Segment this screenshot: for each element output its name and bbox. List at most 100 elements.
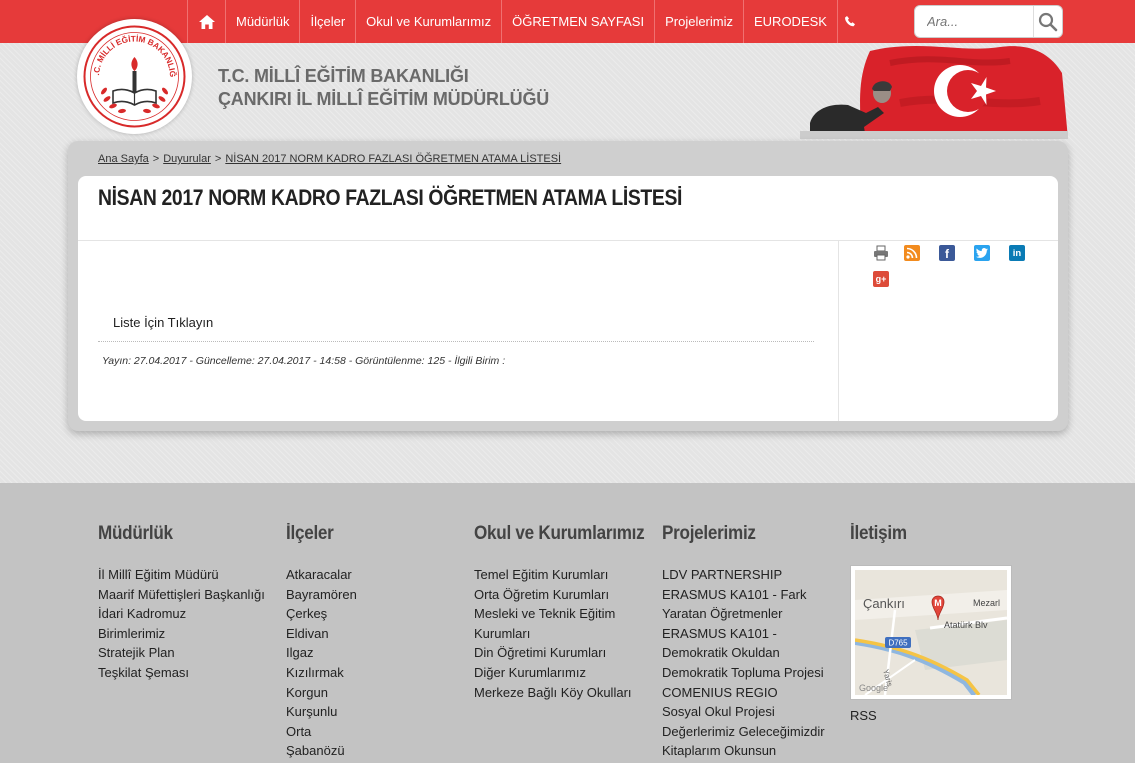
print-icon: [874, 245, 888, 261]
rss-button[interactable]: [904, 245, 920, 261]
ministry-emblem-icon: T.C. MİLLİ EĞİTİM BAKANLIĞI: [77, 19, 186, 128]
breadcrumb-separator: >: [152, 153, 160, 165]
footer-link[interactable]: Kurumları: [474, 624, 663, 644]
nav-item-mudurluk[interactable]: Müdürlük: [225, 0, 299, 43]
footer-column-title: İlçeler: [286, 523, 334, 544]
twitter-button[interactable]: [974, 245, 990, 261]
footer-link[interactable]: İdari Kadromuz: [98, 604, 265, 624]
search-box: [914, 5, 1063, 38]
title-divider: [78, 240, 1058, 241]
print-button[interactable]: [873, 245, 889, 261]
footer-link[interactable]: Yaratan Öğretmenler: [662, 604, 825, 624]
flag-banner-image: [800, 43, 1068, 139]
linkedin-icon: in: [1012, 247, 1022, 259]
ministry-logo[interactable]: T.C. MİLLİ EĞİTİM BAKANLIĞI: [77, 19, 192, 134]
article-meta-info: Yayın: 27.04.2017 - Güncelleme: 27.04.20…: [102, 355, 506, 367]
footer-link[interactable]: Maarif Müfettişleri Başkanlığı: [98, 585, 265, 605]
organization-title-line1: T.C. MİLLÎ EĞİTİM BAKANLIĞI: [218, 66, 469, 86]
nav-phone-button[interactable]: [836, 0, 863, 43]
footer-link[interactable]: Teşkilat Şeması: [98, 663, 265, 683]
footer-column-ilceler: İlçeler Atkaracalar Bayramören Çerkeş El…: [286, 523, 357, 761]
location-map[interactable]: D765 Çankırı Atatürk Blv Mezarl Yaris Go…: [850, 565, 1012, 700]
footer-link[interactable]: Demokratik Topluma Projesi: [662, 663, 825, 683]
footer-column-projelerimiz: Projelerimiz LDV PARTNERSHIP ERASMUS KA1…: [662, 523, 825, 761]
footer-link[interactable]: Mesleki ve Teknik Eğitim: [474, 604, 663, 624]
svg-text:Atatürk Blv: Atatürk Blv: [944, 620, 988, 630]
footer-link[interactable]: Kitaplarım Okunsun: [662, 741, 825, 761]
footer-link[interactable]: Merkeze Bağlı Köy Okulları: [474, 683, 663, 703]
facebook-icon: f: [945, 247, 949, 261]
organization-title-line2: ÇANKIRI İL MİLLÎ EĞİTİM MÜDÜRLÜĞÜ: [218, 89, 550, 109]
footer-link[interactable]: Şabanözü: [286, 741, 357, 761]
search-input[interactable]: [927, 7, 1033, 36]
footer-link[interactable]: COMENIUS REGIO: [662, 683, 825, 703]
linkedin-button[interactable]: in: [1009, 245, 1025, 261]
footer-link[interactable]: Ilgaz: [286, 643, 357, 663]
footer-link[interactable]: İl Millî Eğitim Müdürü: [98, 565, 265, 585]
footer-link[interactable]: Demokratik Okuldan: [662, 643, 825, 663]
nav-item-ogretmen-sayfasi[interactable]: ÖĞRETMEN SAYFASI: [501, 0, 654, 43]
svg-text:Mezarl: Mezarl: [973, 598, 1000, 608]
breadcrumb-current-link[interactable]: NİSAN 2017 NORM KADRO FAZLASI ÖĞRETMEN A…: [225, 153, 561, 165]
nav-item-eurodesk[interactable]: EURODESK: [743, 0, 837, 43]
footer-column-mudurluk: Müdürlük İl Millî Eğitim Müdürü Maarif M…: [98, 523, 265, 683]
footer-link[interactable]: Kurşunlu: [286, 702, 357, 722]
footer-link[interactable]: Stratejik Plan: [98, 643, 265, 663]
nav-item-ilceler[interactable]: İlçeler: [299, 0, 355, 43]
search-button[interactable]: [1033, 6, 1062, 37]
svg-text:Google: Google: [859, 683, 888, 693]
phone-icon: [845, 16, 856, 27]
footer-link[interactable]: Temel Eğitim Kurumları: [474, 565, 663, 585]
content-panel: Ana Sayfa > Duyurular > NİSAN 2017 NORM …: [68, 141, 1068, 431]
footer-link[interactable]: ERASMUS KA101 - Fark: [662, 585, 825, 605]
twitter-icon: [976, 248, 988, 258]
footer-link[interactable]: Birimlerimiz: [98, 624, 265, 644]
breadcrumb: Ana Sayfa > Duyurular > NİSAN 2017 NORM …: [98, 153, 561, 165]
page-footer: Müdürlük İl Millî Eğitim Müdürü Maarif M…: [0, 483, 1135, 763]
facebook-button[interactable]: f: [939, 245, 955, 261]
footer-link[interactable]: Din Öğretimi Kurumları: [474, 643, 663, 663]
breadcrumb-home-link[interactable]: Ana Sayfa: [98, 153, 149, 165]
map-image: D765 Çankırı Atatürk Blv Mezarl Yaris Go…: [854, 570, 1008, 697]
rss-link[interactable]: RSS: [850, 708, 877, 723]
nav-item-okul-kurumlar[interactable]: Okul ve Kurumlarımız: [355, 0, 501, 43]
footer-column-title: Müdürlük: [98, 523, 173, 544]
footer-link[interactable]: ERASMUS KA101 -: [662, 624, 825, 644]
nav-item-projelerimiz[interactable]: Projelerimiz: [654, 0, 743, 43]
nav-home-button[interactable]: [187, 0, 225, 43]
sidebar-divider: [838, 240, 839, 421]
footer-link[interactable]: Atkaracalar: [286, 565, 357, 585]
organization-title: T.C. MİLLÎ EĞİTİM BAKANLIĞI ÇANKIRI İL M…: [218, 65, 549, 111]
footer-column-okul-kurumlar: Okul ve Kurumlarımız Temel Eğitim Kuruml…: [474, 523, 663, 702]
google-plus-icon: g+: [875, 274, 887, 284]
footer-link[interactable]: Bayramören: [286, 585, 357, 605]
footer-link[interactable]: Eldivan: [286, 624, 357, 644]
footer-link[interactable]: Orta Öğretim Kurumları: [474, 585, 663, 605]
dotted-divider: [98, 341, 814, 342]
search-icon: [1038, 12, 1058, 31]
footer-link[interactable]: Değerlerimiz Geleceğimizdir: [662, 722, 825, 742]
nav-menu: Müdürlük İlçeler Okul ve Kurumlarımız ÖĞ…: [187, 0, 863, 43]
footer-column-title: Projelerimiz: [662, 523, 756, 544]
footer-column-title: İletişim: [850, 523, 907, 544]
footer-link[interactable]: Korgun: [286, 683, 357, 703]
footer-link[interactable]: Kızılırmak: [286, 663, 357, 683]
breadcrumb-section-link[interactable]: Duyurular: [163, 153, 211, 165]
svg-text:Çankırı: Çankırı: [863, 596, 905, 611]
footer-link[interactable]: Orta: [286, 722, 357, 742]
footer-column-iletisim: İletişim: [850, 523, 913, 565]
footer-link[interactable]: Sosyal Okul Projesi: [662, 702, 825, 722]
article-card: NİSAN 2017 NORM KADRO FAZLASI ÖĞRETMEN A…: [78, 176, 1058, 421]
home-icon: [198, 14, 215, 29]
footer-column-title: Okul ve Kurumlarımız: [474, 523, 645, 544]
footer-link[interactable]: Çerkeş: [286, 604, 357, 624]
turkish-flag-icon: [800, 45, 1068, 139]
svg-text:M: M: [934, 598, 942, 608]
breadcrumb-separator: >: [214, 153, 222, 165]
google-plus-button[interactable]: g+: [873, 271, 889, 287]
list-download-link[interactable]: Liste İçin Tıklayın: [113, 315, 213, 330]
footer-link[interactable]: LDV PARTNERSHIP: [662, 565, 825, 585]
svg-text:D765: D765: [888, 639, 908, 648]
footer-link[interactable]: Diğer Kurumlarımız: [474, 663, 663, 683]
page-title: NİSAN 2017 NORM KADRO FAZLASI ÖĞRETMEN A…: [98, 185, 683, 210]
